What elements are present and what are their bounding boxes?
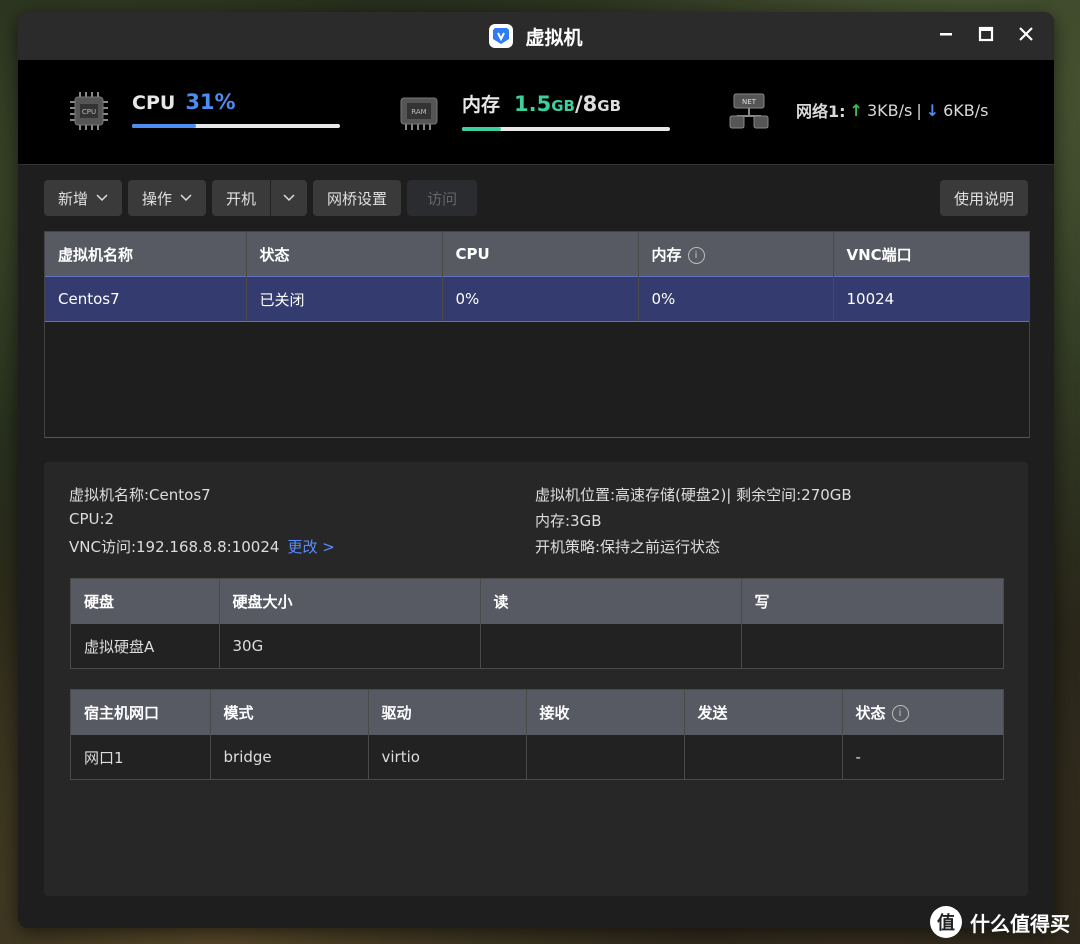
column-header-send: 发送 (684, 690, 843, 735)
power-options-dropdown[interactable] (270, 180, 308, 216)
column-header-receive: 接收 (526, 690, 685, 735)
memory-label: 内存 (462, 94, 501, 116)
memory-usage-bar (462, 127, 670, 131)
table-row: 网口1 bridge virtio - (71, 735, 1003, 779)
network-separator: | (916, 100, 922, 120)
memory-stat: RAM 内存 1.5GB/8GB (398, 90, 670, 132)
network-icon: NET (729, 93, 769, 129)
watermark-logo-icon: 值 (930, 906, 962, 938)
help-button[interactable]: 使用说明 (939, 180, 1028, 216)
vm-memory-cell: 0% (638, 276, 834, 322)
info-icon[interactable]: i (687, 246, 705, 264)
info-icon[interactable]: i (891, 705, 909, 722)
power-on-button[interactable]: 开机 (212, 180, 271, 216)
cpu-value: 31% (185, 90, 236, 114)
watermark-text: 什么值得买 (970, 911, 1070, 936)
column-header-cpu[interactable]: CPU (442, 232, 639, 277)
toolbar: 新增 操作 开机 网桥设置 访问 (44, 180, 478, 216)
disk-table: 硬盘 硬盘大小 读 写 虚拟硬盘A 30G (70, 578, 1004, 669)
upload-arrow-icon: ↑ (849, 100, 863, 120)
add-dropdown-button[interactable]: 新增 (44, 180, 123, 216)
svg-text:RAM: RAM (411, 108, 426, 116)
maximize-icon[interactable] (976, 24, 996, 44)
vm-status-cell: 已关闭 (246, 276, 443, 322)
svg-text:NET: NET (742, 98, 757, 106)
download-speed: 6KB/s (943, 100, 989, 120)
cpu-stat: CPU CPU 31% (68, 90, 340, 132)
nic-send-cell (684, 735, 843, 779)
bridge-settings-button[interactable]: 网桥设置 (313, 180, 402, 216)
nic-receive-cell (526, 735, 685, 779)
vm-table: 虚拟机名称 状态 CPU 内存 i VNC端口 Centos7 已关闭 0% 0%… (44, 231, 1030, 438)
visit-button: 访问 (407, 180, 478, 216)
disk-write-cell (741, 624, 1003, 668)
window-title: 虚拟机 (525, 26, 583, 49)
upload-speed: 3KB/s (866, 100, 913, 120)
column-header-write: 写 (741, 579, 1003, 624)
nic-port-cell: 网口1 (71, 735, 211, 779)
column-header-nic-status: 状态 i (842, 690, 1003, 735)
table-row[interactable]: Centos7 已关闭 0% 0% 10024 (45, 276, 1029, 322)
watermark: 值 什么值得买 (930, 906, 1070, 938)
change-vnc-link[interactable]: 更改 > (287, 538, 334, 556)
vm-vnc-port-cell: 10024 (833, 276, 1029, 322)
disk-read-cell (480, 624, 742, 668)
action-dropdown-button[interactable]: 操作 (128, 180, 207, 216)
network-stat: NET 网络1: ↑ 3KB/s | ↓ 6KB/s (728, 90, 989, 132)
close-icon[interactable] (1016, 24, 1036, 44)
network-label: 网络1: (796, 102, 846, 121)
column-header-status[interactable]: 状态 (246, 232, 443, 277)
column-header-disk-size: 硬盘大小 (219, 579, 481, 624)
table-row: 虚拟硬盘A 30G (71, 624, 1003, 668)
detail-memory: 内存:3GB (535, 512, 602, 530)
ram-chip-icon: RAM (400, 97, 438, 130)
cpu-chip-icon: CPU (70, 92, 108, 130)
column-header-vnc-port[interactable]: VNC端口 (833, 232, 1029, 277)
disk-size-cell: 30G (219, 624, 481, 668)
column-header-name[interactable]: 虚拟机名称 (45, 232, 247, 277)
detail-vnc: VNC访问:192.168.8.8:10024 (69, 538, 280, 556)
resource-stats-panel: CPU CPU 31% RAM 内存 1.5GB/8GB NET 网络1: ↑ … (18, 60, 1054, 165)
minimize-icon[interactable] (936, 24, 956, 44)
nic-driver-cell: virtio (368, 735, 527, 779)
detail-vm-name: 虚拟机名称:Centos7 (69, 486, 211, 504)
svg-text:CPU: CPU (82, 108, 96, 116)
detail-vm-location: 虚拟机位置:高速存储(硬盘2)| 剩余空间:270GB (535, 486, 852, 504)
chevron-down-icon (180, 194, 192, 202)
detail-cpu: CPU:2 (69, 510, 115, 528)
column-header-disk: 硬盘 (71, 579, 220, 624)
vm-window: 虚拟机 CPU CPU 31% RAM 内存 1.5GB/8GB NET 网络1… (18, 12, 1054, 928)
nic-mode-cell: bridge (210, 735, 369, 779)
title-bar: 虚拟机 (18, 12, 1054, 60)
chevron-down-icon (283, 194, 295, 202)
vm-detail-panel: 虚拟机名称:Centos7 虚拟机位置:高速存储(硬盘2)| 剩余空间:270G… (44, 462, 1028, 896)
column-header-read: 读 (480, 579, 742, 624)
nic-table: 宿主机网口 模式 驱动 接收 发送 状态 i 网口1 bridge virtio … (70, 689, 1004, 780)
vm-cpu-cell: 0% (442, 276, 639, 322)
memory-value: 1.5GB/8GB (514, 92, 622, 116)
detail-boot-policy: 开机策略:保持之前运行状态 (535, 538, 721, 556)
chevron-down-icon (96, 194, 108, 202)
cpu-label: CPU (132, 92, 176, 114)
cpu-usage-bar (132, 124, 340, 128)
vm-name-cell: Centos7 (45, 276, 247, 322)
column-header-memory[interactable]: 内存 i (638, 232, 834, 277)
nic-status-cell: - (842, 735, 1003, 779)
column-header-driver: 驱动 (368, 690, 527, 735)
column-header-host-port: 宿主机网口 (71, 690, 211, 735)
disk-name-cell: 虚拟硬盘A (71, 624, 220, 668)
column-header-mode: 模式 (210, 690, 369, 735)
app-logo-icon (489, 24, 514, 48)
download-arrow-icon: ↓ (925, 100, 940, 120)
